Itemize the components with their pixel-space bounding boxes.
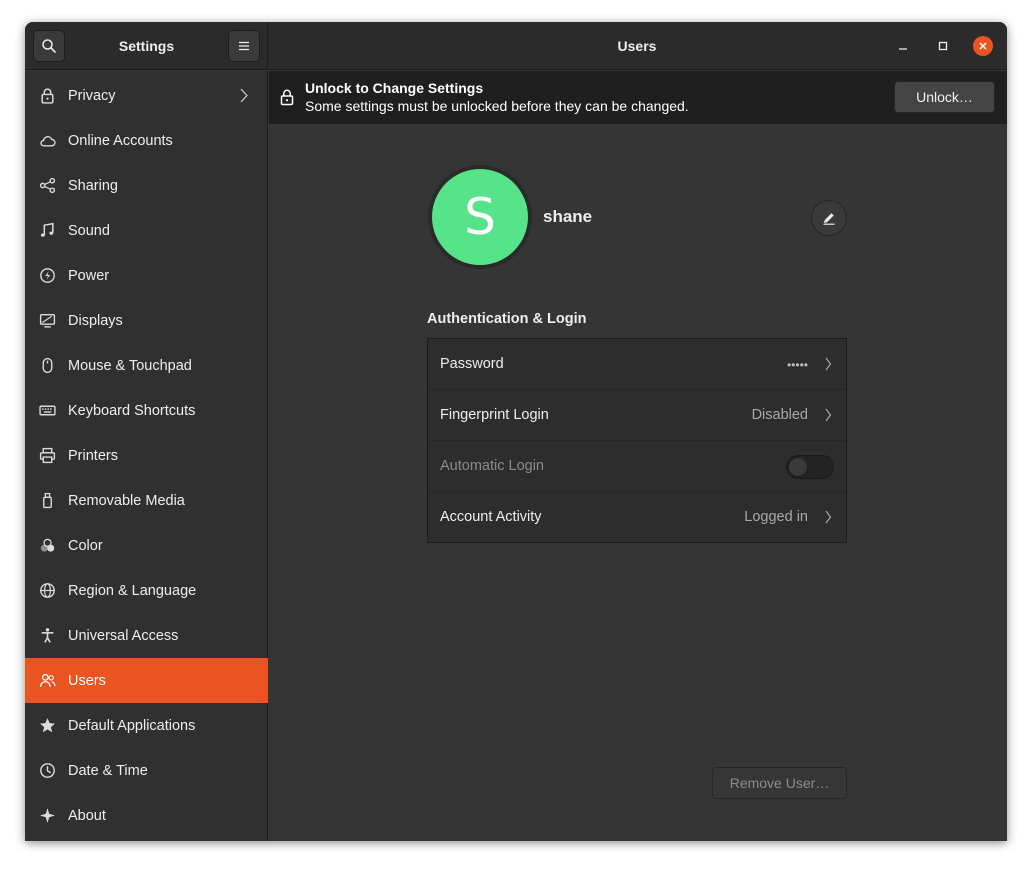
avatar[interactable]: S xyxy=(432,169,528,265)
row-label: Password xyxy=(440,356,504,372)
sidebar-item-label: Printers xyxy=(68,447,118,464)
pencil-icon xyxy=(823,213,835,225)
cloud-icon xyxy=(39,132,56,149)
sidebar-item-label: Sharing xyxy=(68,177,118,194)
sidebar-item-power[interactable]: Power xyxy=(25,253,268,298)
header-bar: Settings Users xyxy=(25,22,1007,70)
users-icon xyxy=(39,672,56,689)
minimize-icon xyxy=(899,48,907,50)
search-button[interactable] xyxy=(33,30,65,62)
username-label: shane xyxy=(543,207,593,226)
remove-user-button[interactable]: Remove User… xyxy=(712,767,847,799)
password-dots: ••••• xyxy=(786,358,808,372)
sidebar-item-label: Removable Media xyxy=(68,492,185,509)
sidebar-header: Settings xyxy=(25,22,268,70)
hamburger-menu-icon xyxy=(239,41,249,51)
menu-button[interactable] xyxy=(228,30,260,62)
sidebar-item-mouse-touchpad[interactable]: Mouse & Touchpad xyxy=(25,343,268,388)
sidebar-item-universal-access[interactable]: Universal Access xyxy=(25,613,268,658)
account-activity-row[interactable]: Account Activity Logged in xyxy=(428,492,846,543)
sidebar-item-label: Online Accounts xyxy=(68,132,173,149)
color-icon xyxy=(39,537,56,554)
removable-media-icon xyxy=(39,492,56,509)
sidebar-item-displays[interactable]: Displays xyxy=(25,298,268,343)
edit-username-button[interactable] xyxy=(811,200,847,236)
settings-window: Settings Users Privacy Online Accounts S… xyxy=(25,22,1007,841)
unlock-button[interactable]: Unlock… xyxy=(894,81,995,113)
automatic-login-row: Automatic Login xyxy=(428,441,846,492)
sidebar-item-label: Displays xyxy=(68,312,123,329)
sidebar-item-printers[interactable]: Printers xyxy=(25,433,268,478)
row-label: Fingerprint Login xyxy=(440,407,549,423)
infobar-title: Unlock to Change Settings xyxy=(305,80,484,96)
chevron-right-icon xyxy=(240,88,248,103)
close-button[interactable] xyxy=(973,36,993,56)
sidebar-item-label: Sound xyxy=(68,222,110,239)
printer-icon xyxy=(39,447,56,464)
app-title: Settings xyxy=(118,38,175,54)
fingerprint-status: Disabled xyxy=(751,407,808,423)
search-icon xyxy=(42,39,56,53)
sidebar-item-label: Keyboard Shortcuts xyxy=(68,402,196,419)
maximize-icon xyxy=(938,41,948,51)
section-title-authentication: Authentication & Login xyxy=(427,311,587,327)
music-note-icon xyxy=(39,222,56,239)
account-activity-status: Logged in xyxy=(744,509,808,525)
sidebar-item-sound[interactable]: Sound xyxy=(25,208,268,253)
share-icon xyxy=(39,177,56,194)
row-label: Account Activity xyxy=(440,509,542,525)
sidebar-item-label: Users xyxy=(68,672,106,689)
sidebar: Privacy Online Accounts Sharing Sound Po… xyxy=(25,71,268,841)
chevron-right-icon xyxy=(825,357,832,371)
maximize-button[interactable] xyxy=(933,36,953,56)
globe-icon xyxy=(39,582,56,599)
sidebar-item-date-time[interactable]: Date & Time xyxy=(25,748,268,793)
star-icon xyxy=(39,717,56,734)
sidebar-item-users[interactable]: Users xyxy=(25,658,268,703)
power-icon xyxy=(39,267,56,284)
sidebar-item-label: Default Applications xyxy=(68,717,196,734)
sidebar-item-label: Privacy xyxy=(68,87,116,104)
sidebar-item-keyboard-shortcuts[interactable]: Keyboard Shortcuts xyxy=(25,388,268,433)
chevron-right-icon xyxy=(825,510,832,524)
accessibility-icon xyxy=(39,627,56,644)
sidebar-item-default-applications[interactable]: Default Applications xyxy=(25,703,268,748)
sidebar-item-label: Mouse & Touchpad xyxy=(68,357,192,374)
sidebar-item-label: Color xyxy=(68,537,103,554)
unlock-infobar: Unlock to Change Settings Some settings … xyxy=(269,71,1007,124)
close-icon xyxy=(979,42,987,50)
authentication-list: Password ••••• Fingerprint Login Disable… xyxy=(427,338,847,543)
sidebar-item-label: Region & Language xyxy=(68,582,197,599)
minimize-button[interactable] xyxy=(893,36,913,56)
sidebar-item-label: Date & Time xyxy=(68,762,148,779)
infobar-subtitle: Some settings must be unlocked before th… xyxy=(305,98,689,114)
lock-icon xyxy=(39,87,56,104)
row-label: Automatic Login xyxy=(440,458,544,474)
clock-icon xyxy=(39,762,56,779)
sidebar-item-label: Power xyxy=(68,267,110,284)
sidebar-item-region-language[interactable]: Region & Language xyxy=(25,568,268,613)
display-icon xyxy=(39,312,56,329)
lock-icon xyxy=(280,89,294,106)
toggle-knob xyxy=(788,457,808,477)
sparkle-icon xyxy=(39,807,56,824)
password-row[interactable]: Password ••••• xyxy=(428,339,846,390)
chevron-right-icon xyxy=(825,408,832,422)
sidebar-item-removable-media[interactable]: Removable Media xyxy=(25,478,268,523)
automatic-login-toggle[interactable] xyxy=(786,455,834,479)
keyboard-icon xyxy=(39,402,56,419)
sidebar-item-color[interactable]: Color xyxy=(25,523,268,568)
sidebar-item-privacy[interactable]: Privacy xyxy=(25,73,268,118)
sidebar-item-online-accounts[interactable]: Online Accounts xyxy=(25,118,268,163)
sidebar-item-label: Universal Access xyxy=(68,627,179,644)
sidebar-item-sharing[interactable]: Sharing xyxy=(25,163,268,208)
fingerprint-login-row[interactable]: Fingerprint Login Disabled xyxy=(428,390,846,441)
sidebar-item-label: About xyxy=(68,807,106,824)
sidebar-item-about[interactable]: About xyxy=(25,793,268,838)
mouse-icon xyxy=(39,357,56,374)
